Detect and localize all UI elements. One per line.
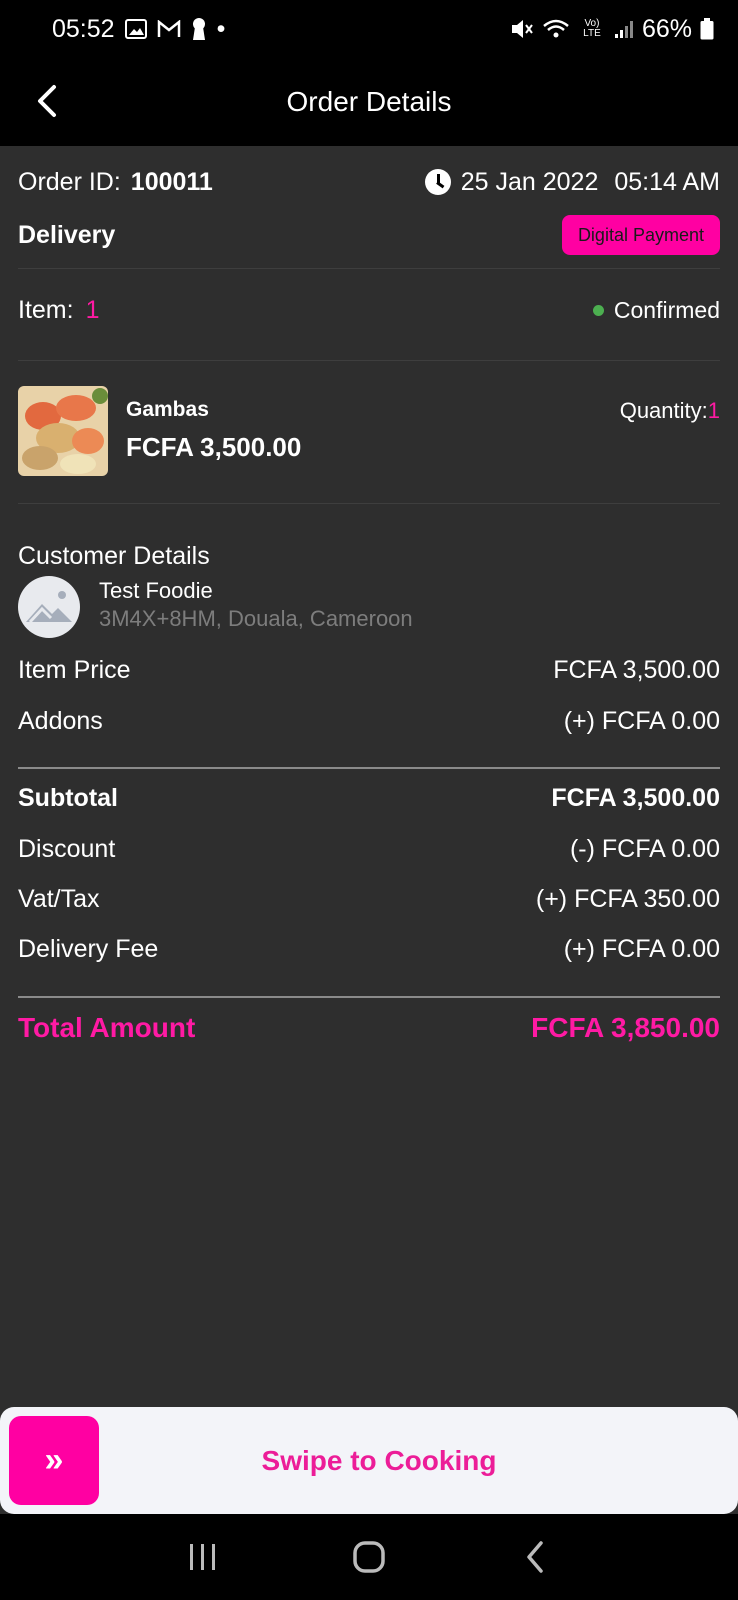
item-price-row: Item Price FCFA 3,500.00 xyxy=(18,652,720,688)
total-amount-value: FCFA 3,850.00 xyxy=(531,1012,720,1043)
order-status: Confirmed xyxy=(592,296,720,324)
quantity-label: Quantity: xyxy=(619,398,708,423)
notification-dot: • xyxy=(216,14,226,43)
subtotal-value: FCFA 3,500.00 xyxy=(551,783,720,812)
tax-row: Vat/Tax (+) FCFA 350.00 xyxy=(18,881,720,917)
price-separator xyxy=(18,996,720,998)
item-status-row: Item: 1 Confirmed xyxy=(18,292,720,328)
gmail-icon xyxy=(157,20,181,38)
subtotal-label: Subtotal xyxy=(18,783,118,812)
volte-text: Vo) LTE xyxy=(583,18,601,39)
order-id-label: Order ID: xyxy=(18,167,121,196)
total-amount-label: Total Amount xyxy=(18,1012,196,1043)
page-title: Order Details xyxy=(286,86,452,117)
image-placeholder-icon xyxy=(26,591,72,624)
system-back-button[interactable] xyxy=(505,1527,565,1587)
discount-value: (-) FCFA 0.00 xyxy=(569,834,720,863)
item-name: Gambas xyxy=(126,398,209,421)
tax-label: Vat/Tax xyxy=(18,884,100,913)
delivery-fee-label: Delivery Fee xyxy=(18,934,159,963)
chevron-left-icon xyxy=(527,1541,543,1573)
order-date: 25 Jan 2022 xyxy=(460,167,599,196)
addons-label: Addons xyxy=(18,706,103,735)
customer-name: Test Foodie xyxy=(99,578,213,603)
item-price-label: Item Price xyxy=(18,655,131,684)
status-bar: 05:52 • Vo) LTE 66% xyxy=(0,0,738,58)
status-left: 05:52 • xyxy=(52,15,225,44)
signal-icon xyxy=(614,19,634,39)
item-count: 1 xyxy=(85,295,100,324)
system-nav-bar xyxy=(0,1514,738,1600)
food-thumbnail xyxy=(18,386,108,476)
item-quantity: Quantity:1 xyxy=(620,398,720,424)
app-header: Order Details xyxy=(0,58,738,146)
recent-apps-icon xyxy=(190,1544,215,1570)
back-arrow-icon xyxy=(38,85,56,117)
customer-address: 3M4X+8HM, Douala, Cameroon xyxy=(99,606,413,631)
discount-row: Discount (-) FCFA 0.00 xyxy=(18,831,720,867)
swipe-label: Swipe to Cooking xyxy=(261,1444,497,1476)
order-time: 05:14 AM xyxy=(614,167,720,196)
order-datetime: 25 Jan 2022 05:14 AM xyxy=(424,167,720,197)
home-icon xyxy=(353,1541,385,1573)
item-price-value: FCFA 3,500.00 xyxy=(553,655,720,684)
divider xyxy=(18,503,720,504)
mute-icon xyxy=(510,18,534,40)
status-time: 05:52 xyxy=(52,14,115,43)
price-separator xyxy=(18,767,720,769)
payment-method-badge: Digital Payment xyxy=(561,215,720,255)
wifi-icon xyxy=(542,18,570,40)
subtotal-row: Subtotal FCFA 3,500.00 xyxy=(18,780,720,816)
divider xyxy=(18,360,720,361)
divider xyxy=(18,268,720,269)
battery-percent: 66% xyxy=(641,14,692,43)
quantity-value: 1 xyxy=(707,398,720,423)
home-button[interactable] xyxy=(339,1527,399,1587)
order-type-row: Delivery Digital Payment xyxy=(18,214,720,256)
order-id-row: Order ID: 100011 25 Jan 2022 05:14 AM xyxy=(18,164,720,200)
order-id-value: 100011 xyxy=(130,167,213,196)
discount-label: Discount xyxy=(18,834,116,863)
battery-icon xyxy=(700,18,714,40)
customer-section-title: Customer Details xyxy=(18,542,210,570)
back-button[interactable] xyxy=(22,76,72,126)
item-price: FCFA 3,500.00 xyxy=(126,432,302,462)
gallery-icon xyxy=(124,19,147,39)
delivery-fee-value: (+) FCFA 0.00 xyxy=(563,934,720,963)
status-dot-icon xyxy=(592,304,604,316)
item-label: Item: xyxy=(18,295,74,324)
delivery-fee-row: Delivery Fee (+) FCFA 0.00 xyxy=(18,931,720,967)
total-amount-row: Total Amount FCFA 3,850.00 xyxy=(18,1008,720,1048)
addons-value: (+) FCFA 0.00 xyxy=(563,706,720,735)
clock-icon xyxy=(424,169,451,195)
recent-apps-button[interactable] xyxy=(173,1527,233,1587)
volte-icon: Vo) LTE xyxy=(578,19,606,39)
order-status-text: Confirmed xyxy=(613,296,720,323)
swipe-handle[interactable]: » xyxy=(9,1416,99,1505)
customer-avatar xyxy=(18,576,80,638)
status-right: Vo) LTE 66% xyxy=(510,15,714,44)
order-type: Delivery xyxy=(18,220,116,249)
tax-value: (+) FCFA 350.00 xyxy=(535,884,720,913)
keyhole-icon xyxy=(191,17,207,41)
swipe-to-cooking-slider[interactable]: » Swipe to Cooking xyxy=(0,1407,738,1514)
order-item: Gambas FCFA 3,500.00 Quantity:1 xyxy=(18,386,720,476)
addons-row: Addons (+) FCFA 0.00 xyxy=(18,703,720,739)
double-chevron-right-icon: » xyxy=(44,1441,64,1479)
